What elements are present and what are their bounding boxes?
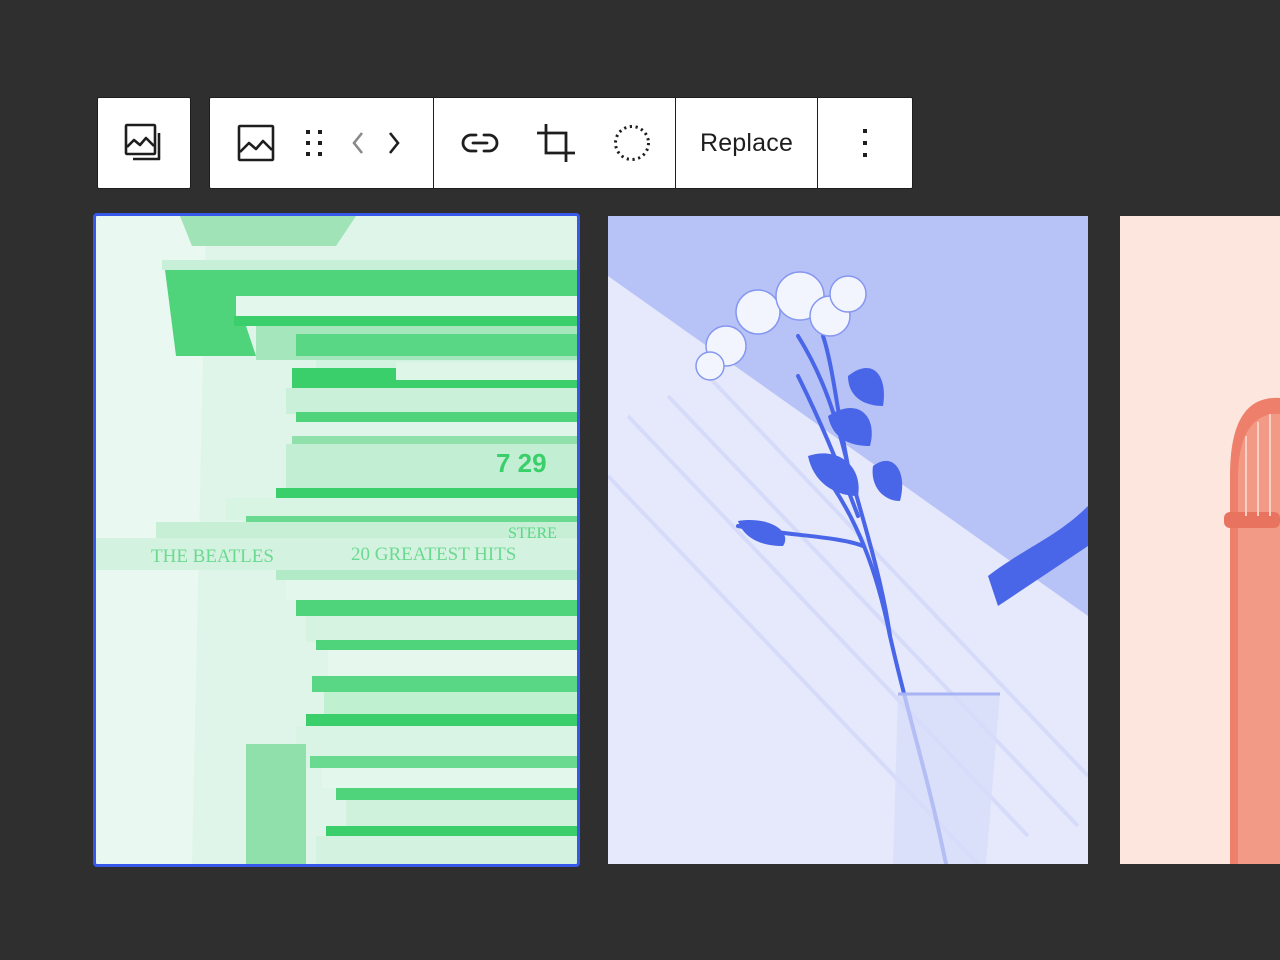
block-toolbar: Replace <box>209 97 913 189</box>
move-left-button[interactable] <box>340 115 376 171</box>
replace-label: Replace <box>699 128 794 157</box>
chevron-right-icon <box>385 130 403 156</box>
link-icon <box>461 131 499 155</box>
gallery-image-flower[interactable] <box>608 216 1088 864</box>
record-spine-title: 20 GREATEST HITS <box>351 544 516 565</box>
block-switcher-group <box>210 98 434 188</box>
more-vertical-icon <box>860 127 870 159</box>
block-type-button[interactable] <box>228 115 284 171</box>
options-button[interactable] <box>841 115 889 171</box>
select-parent-gallery-button[interactable] <box>116 115 172 171</box>
image-tools-group <box>434 98 676 188</box>
gallery-icon <box>124 123 164 163</box>
record-spine-number: 7 29 <box>496 448 547 478</box>
replace-group: Replace <box>676 98 818 188</box>
duotone-filter-button[interactable] <box>604 115 660 171</box>
image-icon <box>237 124 275 162</box>
link-button[interactable] <box>452 115 508 171</box>
drag-button[interactable] <box>290 115 338 171</box>
options-group <box>818 98 912 188</box>
circle-dotted-icon <box>612 123 652 163</box>
gallery-image-records[interactable]: 7 29 STERE THE BEATLES 20 GREATEST HITS <box>96 216 577 864</box>
chevron-left-icon <box>349 130 367 156</box>
crop-icon <box>535 122 577 164</box>
crop-button[interactable] <box>528 115 584 171</box>
editor-canvas: Replace 7 29 STERE THE BEATLES 20 GREATE… <box>0 0 1280 960</box>
record-spine-artist: THE BEATLES <box>151 546 274 567</box>
move-right-button[interactable] <box>376 115 412 171</box>
parent-block-toolbar <box>97 97 191 189</box>
replace-button[interactable]: Replace <box>700 115 793 171</box>
drag-handle-icon <box>303 128 325 158</box>
gallery-image-coral[interactable] <box>1120 216 1280 864</box>
